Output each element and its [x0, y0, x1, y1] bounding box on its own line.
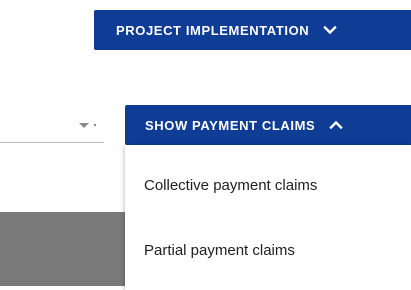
project-implementation-label: PROJECT IMPLEMENTATION [116, 22, 310, 38]
menu-item-collective-payment-claims[interactable]: Collective payment claims [125, 165, 411, 205]
select-dot [94, 124, 96, 126]
project-implementation-button[interactable]: PROJECT IMPLEMENTATION [94, 10, 411, 50]
chevron-up-icon [329, 120, 343, 130]
menu-item-partial-payment-claims[interactable]: Partial payment claims [125, 230, 411, 270]
chevron-down-icon [323, 25, 337, 35]
select-field[interactable] [0, 106, 104, 143]
background-panel [0, 212, 125, 286]
show-payment-claims-button[interactable]: SHOW PAYMENT CLAIMS [125, 105, 411, 145]
dropdown-arrow-icon [79, 123, 89, 128]
payment-claims-menu: Collective payment claims Partial paymen… [125, 145, 411, 290]
show-payment-claims-label: SHOW PAYMENT CLAIMS [145, 117, 316, 133]
